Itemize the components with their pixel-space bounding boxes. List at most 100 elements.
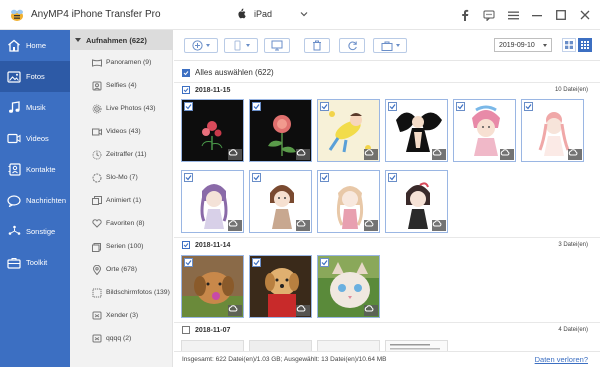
category-item-live-photos[interactable]: Live Photos (43) bbox=[70, 97, 173, 120]
checkbox-checked-icon[interactable] bbox=[456, 102, 465, 111]
close-icon[interactable] bbox=[578, 8, 592, 22]
toolbox-button[interactable] bbox=[373, 38, 407, 53]
feedback-icon[interactable] bbox=[482, 8, 496, 22]
category-item-qqqq[interactable]: qqqq (2) bbox=[70, 327, 173, 350]
group-date: 2018-11-07 bbox=[195, 326, 231, 334]
add-button[interactable] bbox=[184, 38, 218, 53]
photo-thumbnail[interactable] bbox=[249, 255, 312, 318]
checkbox-checked-icon[interactable] bbox=[252, 173, 261, 182]
photo-thumbnail[interactable] bbox=[249, 99, 312, 162]
category-header[interactable]: Aufnahmen (622) bbox=[70, 30, 173, 50]
divider bbox=[174, 322, 600, 323]
nav-item-kontakte[interactable]: Kontakte bbox=[0, 154, 70, 185]
category-item-zeitraffer[interactable]: Zeitraffer (11) bbox=[70, 143, 173, 166]
checkbox-checked-icon[interactable] bbox=[320, 102, 329, 111]
checkbox-checked-icon[interactable] bbox=[184, 258, 193, 267]
nav-item-nachrichten[interactable]: Nachrichten bbox=[0, 185, 70, 216]
nav-label: Fotos bbox=[26, 72, 45, 81]
facebook-icon[interactable] bbox=[458, 8, 472, 22]
photo-thumbnail[interactable] bbox=[181, 255, 244, 318]
nav-label: Nachrichten bbox=[26, 196, 67, 205]
nav-item-videos[interactable]: Videos bbox=[0, 123, 70, 154]
category-label: Orte (678) bbox=[106, 266, 137, 273]
checkbox-checked-icon[interactable] bbox=[388, 173, 397, 182]
grid-view-button[interactable] bbox=[562, 38, 576, 52]
dropdown-caret-icon bbox=[206, 44, 210, 47]
export-to-pc-button[interactable] bbox=[264, 38, 290, 53]
nav-item-fotos[interactable]: Fotos bbox=[0, 61, 70, 92]
category-item-slo-mo[interactable]: Slo-Mo (7) bbox=[70, 166, 173, 189]
delete-button[interactable] bbox=[304, 38, 330, 53]
refresh-icon bbox=[347, 41, 357, 51]
category-item-animiert[interactable]: Animiert (1) bbox=[70, 189, 173, 212]
divider bbox=[174, 237, 600, 238]
export-to-device-button[interactable] bbox=[224, 38, 258, 53]
chevron-down-icon bbox=[300, 10, 308, 18]
checkbox-checked-icon[interactable] bbox=[184, 102, 193, 111]
export-device-icon bbox=[234, 40, 241, 51]
checkbox-checked-icon[interactable] bbox=[388, 102, 397, 111]
photo-thumbnail[interactable] bbox=[181, 170, 244, 233]
title-bar: AnyMP4 iPhone Transfer Pro iPad bbox=[0, 0, 600, 30]
nav-item-home[interactable]: Home bbox=[0, 30, 70, 61]
nav-item-toolkit[interactable]: Toolkit bbox=[0, 247, 70, 278]
photo-thumbnail[interactable] bbox=[181, 99, 244, 162]
toolkit-icon bbox=[7, 256, 21, 270]
category-label: Zeitraffer (11) bbox=[106, 151, 147, 158]
photo-thumbnail[interactable] bbox=[385, 99, 448, 162]
category-item-serien[interactable]: Serien (100) bbox=[70, 235, 173, 258]
device-name: iPad bbox=[254, 8, 273, 19]
checkbox-checked-icon[interactable] bbox=[524, 102, 533, 111]
category-item-favoriten[interactable]: Favoriten (8) bbox=[70, 212, 173, 235]
photo-thumbnail[interactable] bbox=[317, 255, 380, 318]
video-icon bbox=[7, 132, 21, 146]
photo-thumbnail[interactable] bbox=[521, 99, 584, 162]
device-selector[interactable]: iPad bbox=[237, 8, 308, 19]
category-item-xender[interactable]: Xender (3) bbox=[70, 304, 173, 327]
cloud-icon bbox=[432, 220, 446, 231]
photo-thumbnail[interactable] bbox=[453, 99, 516, 162]
grid-large-view-button[interactable] bbox=[578, 38, 592, 52]
nav-item-musik[interactable]: Musik bbox=[0, 92, 70, 123]
menu-icon[interactable] bbox=[506, 8, 520, 22]
group-date: 2018-11-14 bbox=[195, 241, 231, 249]
category-item-videos[interactable]: Videos (43) bbox=[70, 120, 173, 143]
checkbox-checked-icon[interactable] bbox=[320, 173, 329, 182]
refresh-button[interactable] bbox=[339, 38, 365, 53]
date-filter-select[interactable]: 2019-09-10 bbox=[494, 38, 552, 52]
dropdown-caret-icon bbox=[246, 44, 250, 47]
checkbox-checked-icon[interactable] bbox=[320, 258, 329, 267]
video-icon bbox=[92, 127, 102, 137]
group-checkbox[interactable]: 2018-11-07 bbox=[182, 326, 230, 334]
maximize-icon[interactable] bbox=[554, 8, 568, 22]
checkbox-checked-icon[interactable] bbox=[184, 173, 193, 182]
category-item-panoramen[interactable]: Panoramen (9) bbox=[70, 51, 173, 74]
data-lost-link[interactable]: Daten verloren? bbox=[535, 355, 588, 364]
main-navigation: Home Fotos Musik Videos Kontakte Nachric… bbox=[0, 30, 70, 367]
minimize-icon[interactable] bbox=[530, 8, 544, 22]
app-title: AnyMP4 iPhone Transfer Pro bbox=[31, 9, 161, 20]
photo-thumbnail[interactable] bbox=[181, 340, 244, 351]
group-checkbox[interactable]: 2018-11-15 bbox=[182, 86, 230, 94]
photo-thumbnail[interactable] bbox=[385, 170, 448, 233]
category-item-orte[interactable]: Orte (678) bbox=[70, 258, 173, 281]
status-summary: Insgesamt: 622 Datei(en)/1.03 GB; Ausgew… bbox=[182, 356, 387, 363]
nav-item-sonstige[interactable]: Sonstige bbox=[0, 216, 70, 247]
photo-thumbnail[interactable] bbox=[385, 340, 448, 351]
category-item-bildschirmfotos[interactable]: Bildschirmfotos (139) bbox=[70, 281, 173, 304]
category-label: Live Photos (43) bbox=[106, 105, 156, 112]
photo-thumbnail[interactable] bbox=[317, 340, 380, 351]
date-group-header: 2018-11-15 10 Datei(en) bbox=[174, 84, 600, 96]
group-checkbox[interactable]: 2018-11-14 bbox=[182, 241, 230, 249]
cloud-icon bbox=[228, 220, 242, 231]
category-header-label: Aufnahmen (622) bbox=[86, 35, 147, 45]
collapse-triangle-icon bbox=[75, 38, 81, 42]
photo-thumbnail[interactable] bbox=[317, 99, 380, 162]
photo-thumbnail[interactable] bbox=[249, 170, 312, 233]
category-item-selfies[interactable]: Selfies (4) bbox=[70, 74, 173, 97]
checkbox-checked-icon[interactable] bbox=[252, 102, 261, 111]
checkbox-checked-icon[interactable] bbox=[252, 258, 261, 267]
photo-thumbnail[interactable] bbox=[249, 340, 312, 351]
photo-thumbnail[interactable] bbox=[317, 170, 380, 233]
select-all-checkbox[interactable]: Alles auswählen (622) bbox=[182, 68, 274, 77]
